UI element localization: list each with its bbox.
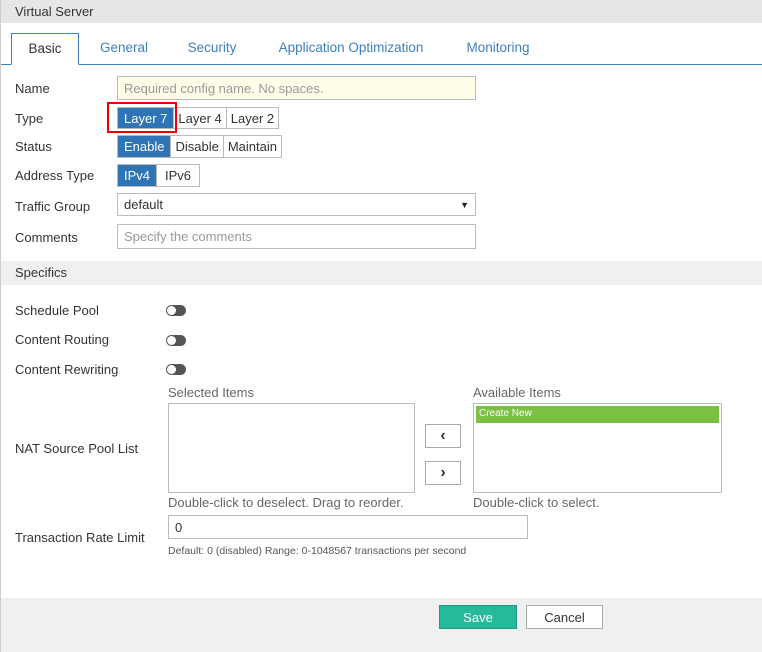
chevron-right-icon: › (440, 464, 446, 481)
specifics-header: Specifics (1, 261, 762, 285)
chevron-down-icon: ▼ (460, 199, 469, 210)
name-input[interactable]: Required config name. No spaces. (117, 76, 476, 100)
status-label: Status (15, 139, 52, 154)
tab-monitoring[interactable]: Monitoring (453, 33, 543, 65)
content-routing-toggle[interactable] (166, 335, 186, 346)
selected-items-label: Selected Items (168, 385, 254, 400)
highlight-box (107, 102, 177, 133)
move-left-button[interactable]: ‹ (425, 424, 461, 448)
available-items-list[interactable]: Create New (473, 403, 722, 493)
content-rewriting-label: Content Rewriting (15, 362, 119, 377)
tab-basic[interactable]: Basic (11, 33, 79, 65)
selected-hint: Double-click to deselect. Drag to reorde… (168, 495, 404, 510)
schedule-pool-toggle[interactable] (166, 305, 186, 316)
status-selector: Enable Disable Maintain (117, 135, 282, 158)
available-hint: Double-click to select. (473, 495, 600, 510)
traffic-group-value: default (124, 197, 164, 212)
transaction-rate-label: Transaction Rate Limit (15, 530, 145, 545)
chevron-left-icon: ‹ (440, 427, 446, 444)
page-title: Virtual Server (1, 0, 762, 23)
name-label: Name (15, 81, 50, 96)
content-rewriting-toggle[interactable] (166, 364, 186, 375)
content-routing-label: Content Routing (15, 332, 109, 347)
cancel-button[interactable]: Cancel (526, 605, 603, 629)
tab-application-optimization[interactable]: Application Optimization (266, 33, 436, 65)
move-right-button[interactable]: › (425, 461, 461, 485)
comments-input[interactable]: Specify the comments (117, 224, 476, 249)
comments-label: Comments (15, 230, 78, 245)
status-disable-button[interactable]: Disable (170, 136, 222, 157)
transaction-rate-input[interactable]: 0 (168, 515, 528, 539)
available-items-label: Available Items (473, 385, 561, 400)
selected-items-list[interactable] (168, 403, 415, 493)
traffic-group-select[interactable]: default ▼ (117, 193, 476, 216)
schedule-pool-label: Schedule Pool (15, 303, 99, 318)
type-layer4-button[interactable]: Layer 4 (173, 108, 225, 128)
transaction-rate-help: Default: 0 (disabled) Range: 0-1048567 t… (168, 545, 467, 557)
footer (1, 598, 762, 652)
address-ipv4-button[interactable]: IPv4 (118, 165, 157, 186)
nat-source-pool-label: NAT Source Pool List (15, 441, 139, 456)
status-enable-button[interactable]: Enable (118, 136, 171, 157)
tab-general[interactable]: General (89, 33, 159, 65)
address-ipv6-button[interactable]: IPv6 (156, 165, 199, 186)
traffic-group-label: Traffic Group (15, 199, 91, 214)
tab-security[interactable]: Security (176, 33, 248, 65)
type-label: Type (15, 111, 44, 126)
status-maintain-button[interactable]: Maintain (222, 136, 281, 157)
address-type-selector: IPv4 IPv6 (117, 164, 201, 187)
save-button[interactable]: Save (439, 605, 517, 629)
address-type-label: Address Type (15, 168, 95, 183)
type-layer2-button[interactable]: Layer 2 (225, 108, 278, 128)
list-item[interactable]: Create New (476, 406, 719, 423)
